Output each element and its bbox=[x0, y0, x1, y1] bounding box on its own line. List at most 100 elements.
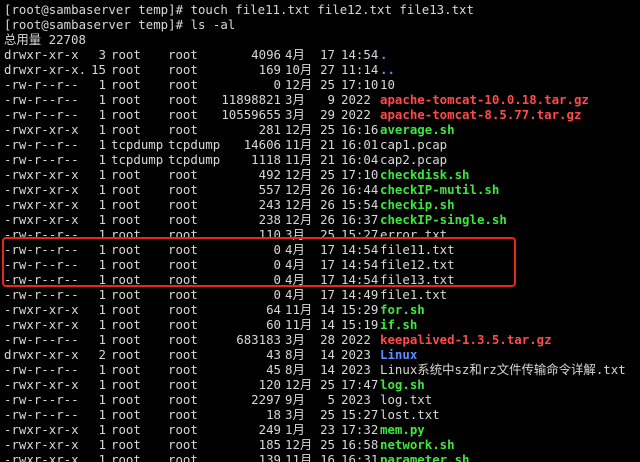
permissions: -rwxr-xr-x bbox=[4, 197, 79, 212]
file-name: log.txt bbox=[380, 392, 433, 407]
month: 3月 bbox=[285, 227, 305, 242]
file-size: 0 bbox=[273, 272, 281, 287]
time-or-year: 2022 bbox=[341, 107, 371, 122]
time-or-year: 14:49 bbox=[341, 287, 379, 302]
day: 27 bbox=[320, 62, 335, 77]
terminal-window[interactable]: [root@sambaserver temp]# touch file11.tx… bbox=[0, 0, 640, 462]
time-or-year: 16:16 bbox=[341, 122, 379, 137]
file-name: average.sh bbox=[380, 122, 455, 137]
owner: root bbox=[111, 257, 141, 272]
file-name: apache-tomcat-8.5.77.tar.gz bbox=[380, 107, 582, 122]
permissions: -rw-r--r-- bbox=[4, 92, 79, 107]
group: root bbox=[168, 197, 198, 212]
time-or-year: 11:14 bbox=[341, 62, 379, 77]
owner: root bbox=[111, 452, 141, 462]
permissions: -rwxr-xr-x bbox=[4, 182, 79, 197]
file-name: Linux系统中sz和rz文件传输命令详解.txt bbox=[380, 362, 626, 377]
permissions: -rw-r--r-- bbox=[4, 152, 79, 167]
file-size: 60 bbox=[266, 317, 281, 332]
permissions: -rwxr-xr-x bbox=[4, 437, 79, 452]
file-size: 185 bbox=[258, 437, 281, 452]
file-size: 492 bbox=[258, 167, 281, 182]
group: root bbox=[168, 392, 198, 407]
month: 4月 bbox=[285, 287, 305, 302]
permissions: -rw-r--r-- bbox=[4, 407, 79, 422]
day: 17 bbox=[320, 272, 335, 287]
group: root bbox=[168, 332, 198, 347]
file-size: 2297 bbox=[251, 392, 281, 407]
owner: root bbox=[111, 122, 141, 137]
owner: root bbox=[111, 422, 141, 437]
permissions: -rw-r--r-- bbox=[4, 107, 79, 122]
time-or-year: 17:47 bbox=[341, 377, 379, 392]
time-or-year: 2023 bbox=[341, 392, 371, 407]
file-name: cap2.pcap bbox=[380, 152, 448, 167]
time-or-year: 16:31 bbox=[341, 452, 379, 462]
file-size: 4096 bbox=[251, 47, 281, 62]
link-count: 1 bbox=[98, 197, 106, 212]
permissions: -rwxr-xr-x bbox=[4, 302, 79, 317]
owner: root bbox=[111, 287, 141, 302]
time-or-year: 17:10 bbox=[341, 167, 379, 182]
link-count: 1 bbox=[98, 272, 106, 287]
file-size: 43 bbox=[266, 347, 281, 362]
group: root bbox=[168, 437, 198, 452]
day: 16 bbox=[320, 452, 335, 462]
time-or-year: 16:58 bbox=[341, 437, 379, 452]
day: 21 bbox=[320, 137, 335, 152]
file-name: file1.txt bbox=[380, 287, 448, 302]
file-size: 14606 bbox=[243, 137, 281, 152]
day: 17 bbox=[320, 257, 335, 272]
day: 21 bbox=[320, 152, 335, 167]
permissions: -rwxr-xr-x bbox=[4, 317, 79, 332]
owner: root bbox=[111, 332, 141, 347]
total-line: 总用量 22708 bbox=[4, 32, 86, 47]
file-name: network.sh bbox=[380, 437, 455, 452]
month: 12月 bbox=[285, 212, 313, 227]
permissions: drwxr-xr-x bbox=[4, 47, 79, 62]
file-size: 557 bbox=[258, 182, 281, 197]
owner: root bbox=[111, 197, 141, 212]
time-or-year: 14:54 bbox=[341, 47, 379, 62]
day: 25 bbox=[320, 437, 335, 452]
owner: root bbox=[111, 437, 141, 452]
permissions: -rw-r--r-- bbox=[4, 392, 79, 407]
permissions: -rwxr-xr-x bbox=[4, 452, 79, 462]
link-count: 1 bbox=[98, 407, 106, 422]
day: 17 bbox=[320, 287, 335, 302]
owner: root bbox=[111, 167, 141, 182]
owner: root bbox=[111, 227, 141, 242]
group: root bbox=[168, 407, 198, 422]
link-count: 1 bbox=[98, 182, 106, 197]
day: 14 bbox=[320, 317, 335, 332]
owner: root bbox=[111, 92, 141, 107]
month: 11月 bbox=[285, 302, 313, 317]
time-or-year: 16:44 bbox=[341, 182, 379, 197]
link-count: 1 bbox=[98, 317, 106, 332]
link-count: 1 bbox=[98, 212, 106, 227]
link-count: 1 bbox=[98, 77, 106, 92]
link-count: 15 bbox=[91, 62, 106, 77]
file-name: apache-tomcat-10.0.18.tar.gz bbox=[380, 92, 589, 107]
month: 4月 bbox=[285, 257, 305, 272]
group: root bbox=[168, 212, 198, 227]
owner: root bbox=[111, 347, 141, 362]
month: 1月 bbox=[285, 422, 305, 437]
owner: root bbox=[111, 362, 141, 377]
file-size: 45 bbox=[266, 362, 281, 377]
group: root bbox=[168, 242, 198, 257]
month: 12月 bbox=[285, 167, 313, 182]
file-size: 281 bbox=[258, 122, 281, 137]
link-count: 1 bbox=[98, 257, 106, 272]
permissions: -rwxr-xr-x bbox=[4, 377, 79, 392]
group: root bbox=[168, 362, 198, 377]
file-name: checkIP-mutil.sh bbox=[380, 182, 500, 197]
time-or-year: 17:32 bbox=[341, 422, 379, 437]
permissions: -rw-r--r-- bbox=[4, 287, 79, 302]
file-size: 110 bbox=[258, 227, 281, 242]
month: 3月 bbox=[285, 107, 305, 122]
group: root bbox=[168, 317, 198, 332]
day: 25 bbox=[320, 122, 335, 137]
link-count: 3 bbox=[98, 47, 106, 62]
time-or-year: 16:04 bbox=[341, 152, 379, 167]
